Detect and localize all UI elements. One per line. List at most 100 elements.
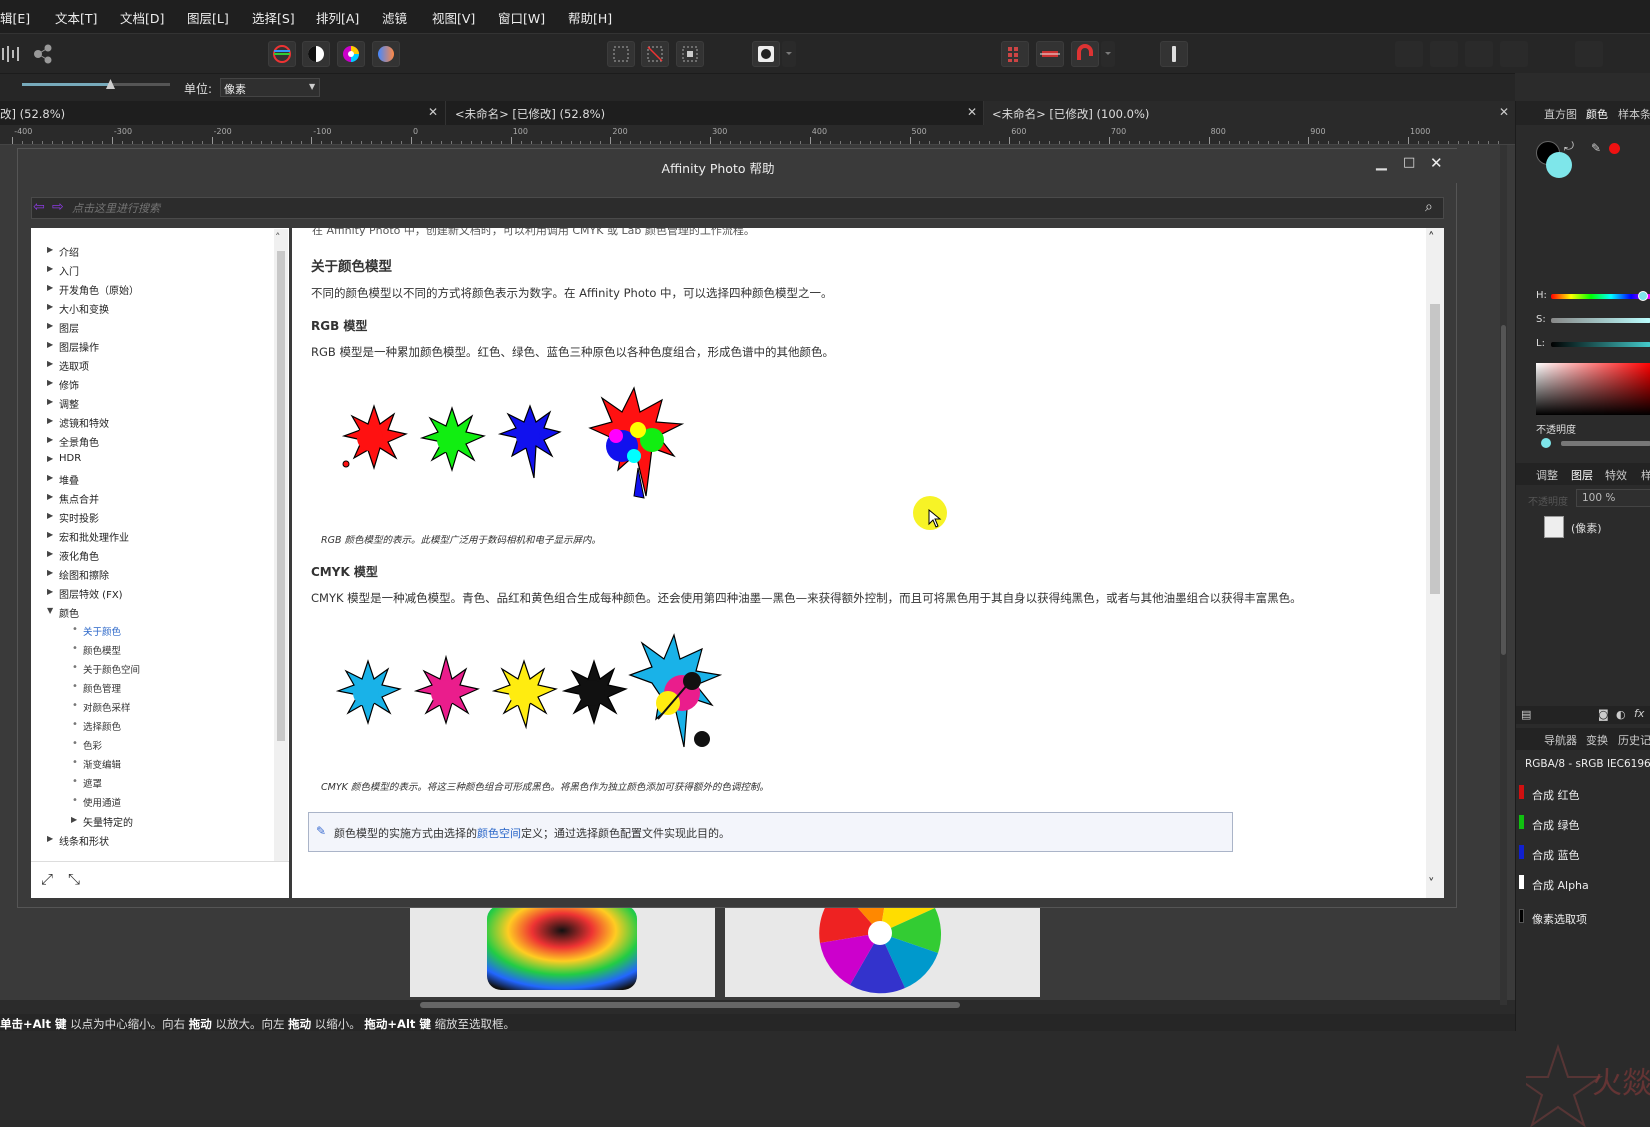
tab-adjustments[interactable]: 调整	[1536, 467, 1558, 483]
share-icon[interactable]	[30, 41, 58, 67]
channel-pixel-selection[interactable]: 像素选取项	[1519, 909, 1587, 927]
color-wheel-icon[interactable]	[337, 41, 365, 67]
white-balance-icon[interactable]	[372, 41, 400, 67]
menu-edit[interactable]: 辑[E]	[0, 8, 30, 27]
deselect-icon[interactable]	[641, 41, 669, 67]
collapsed-arrow-icon[interactable]: ▶	[47, 530, 53, 539]
nav-item[interactable]: ▶ 堆叠	[47, 472, 79, 487]
collapsed-arrow-icon[interactable]: ▶	[47, 549, 53, 558]
collapsed-arrow-icon[interactable]: ▶	[47, 435, 53, 444]
close-icon[interactable]: ✕	[428, 105, 438, 119]
channel-alpha[interactable]: 合成 Alpha	[1519, 875, 1589, 893]
invert-selection-icon[interactable]	[676, 41, 704, 67]
color-space-link[interactable]: 颜色空间	[477, 827, 521, 840]
saturation-slider[interactable]	[1551, 318, 1650, 323]
nav-item[interactable]: ▶ 图层	[47, 320, 79, 335]
collapsed-arrow-icon[interactable]: ▶	[47, 511, 53, 520]
persona-3-icon[interactable]	[1465, 41, 1493, 67]
tab-effects[interactable]: 特效	[1605, 467, 1627, 483]
opacity-handle[interactable]	[1541, 438, 1551, 448]
collapsed-arrow-icon[interactable]: ▶	[47, 359, 53, 368]
nav-subitem[interactable]: • 色彩	[72, 738, 102, 752]
studio-icon[interactable]	[0, 41, 28, 67]
nav-item[interactable]: ▶ 调整	[47, 396, 79, 411]
fx-icon[interactable]: fx	[1634, 707, 1644, 720]
menu-text[interactable]: 文本[T]	[55, 8, 97, 27]
levels-icon[interactable]	[268, 41, 296, 67]
picked-color-swatch[interactable]	[1609, 143, 1620, 154]
minimize-button[interactable]: ▁	[1376, 155, 1387, 171]
lightness-slider[interactable]	[1551, 342, 1650, 347]
unit-select[interactable]: 像素 ▼	[220, 78, 320, 97]
content-scrollbar-thumb[interactable]	[1430, 304, 1440, 594]
collapse-all-icon[interactable]: ⤡	[68, 870, 80, 888]
persona-5-icon[interactable]	[1575, 41, 1603, 67]
tab-color[interactable]: 颜色	[1586, 106, 1608, 122]
grid-snap-icon[interactable]	[1001, 41, 1029, 67]
scroll-up-icon[interactable]: ˄	[1428, 231, 1435, 246]
nav-item[interactable]: ▶ 图层特效 (FX)	[47, 586, 123, 601]
menu-document[interactable]: 文档[D]	[120, 8, 164, 27]
collapsed-arrow-icon[interactable]: ▶	[47, 245, 53, 254]
nav-item[interactable]: ▶ 入门	[47, 263, 79, 278]
close-button[interactable]: ✕	[1430, 154, 1443, 172]
nav-item[interactable]: ▶ 开发角色（原始）	[47, 282, 139, 297]
quick-mask-dropdown[interactable]	[782, 41, 796, 67]
layer-name[interactable]: (像素)	[1571, 520, 1602, 536]
nav-subitem[interactable]: • 渐变编辑	[72, 757, 121, 771]
nav-subitem[interactable]: • 颜色模型	[72, 643, 121, 657]
menu-arrange[interactable]: 排列[A]	[316, 8, 359, 27]
tab-history[interactable]: 历史记	[1618, 732, 1650, 748]
nav-item[interactable]: ▶ 液化角色	[47, 548, 99, 563]
expand-all-icon[interactable]: ⤢	[41, 870, 53, 888]
nav-item[interactable]: ▼ 颜色	[47, 605, 79, 620]
menu-help[interactable]: 帮助[H]	[568, 8, 612, 27]
nav-item[interactable]: ▶ 全景角色	[47, 434, 99, 449]
hue-handle[interactable]	[1638, 291, 1648, 301]
nav-item[interactable]: ▶ 图层操作	[47, 339, 99, 354]
collapsed-arrow-icon[interactable]: ▶	[47, 454, 53, 463]
zoom-slider[interactable]	[22, 79, 170, 89]
nav-subitem[interactable]: • 颜色管理	[72, 681, 121, 695]
tab-doc-2[interactable]: <未命名> [已修改] (52.8%) ✕	[445, 101, 983, 125]
collapsed-arrow-icon[interactable]: ▶	[47, 264, 53, 273]
canvas-horizontal-scrollbar[interactable]	[420, 1002, 960, 1008]
quick-mask-icon[interactable]	[752, 41, 780, 67]
canvas-vertical-scrollbar[interactable]	[1500, 145, 1507, 1005]
nav-subitem[interactable]: • 关于颜色空间	[72, 662, 140, 676]
search-icon[interactable]: ⌕	[1425, 199, 1433, 215]
tab-layers[interactable]: 图层	[1571, 467, 1593, 483]
channel-green[interactable]: 合成 绿色	[1519, 815, 1580, 833]
persona-4-icon[interactable]	[1500, 41, 1528, 67]
align-snap-icon[interactable]	[1036, 41, 1064, 67]
nav-item[interactable]: ▶ 修饰	[47, 377, 79, 392]
menu-window[interactable]: 窗口[W]	[498, 8, 545, 27]
collapsed-arrow-icon[interactable]: ▶	[47, 378, 53, 387]
menu-view[interactable]: 视图[V]	[432, 8, 475, 27]
layer-stack-icon[interactable]: ▤	[1521, 708, 1531, 721]
nav-item[interactable]: ▶ HDR	[47, 453, 81, 464]
snapping-dropdown[interactable]	[1101, 41, 1115, 67]
close-icon[interactable]: ✕	[1499, 105, 1509, 119]
marquee-icon[interactable]	[607, 41, 635, 67]
collapsed-arrow-icon[interactable]: ▶	[47, 340, 53, 349]
scroll-down-icon[interactable]: ˅	[1428, 877, 1435, 892]
nav-subitem[interactable]: • 对颜色采样	[72, 700, 131, 714]
snapping-magnet-icon[interactable]	[1071, 41, 1099, 67]
contrast-icon[interactable]	[302, 41, 330, 67]
nav-item[interactable]: ▶ 实时投影	[47, 510, 99, 525]
nav-item[interactable]: ▶ 选取项	[47, 358, 89, 373]
nav-item[interactable]: ▶ 绘图和擦除	[47, 567, 109, 582]
eyedropper-icon[interactable]: ✎	[1591, 141, 1601, 155]
nav-subitem-vector[interactable]: ▶ 矢量特定的	[71, 814, 133, 829]
nav-scrollbar-thumb[interactable]	[277, 251, 285, 741]
collapsed-arrow-icon[interactable]: ▶	[47, 321, 53, 330]
layer-opacity-field[interactable]: 100 %	[1576, 489, 1650, 507]
collapsed-arrow-icon[interactable]: ▶	[47, 834, 53, 843]
nav-item[interactable]: ▶ 焦点合并	[47, 491, 99, 506]
tab-swatches[interactable]: 样本条	[1618, 106, 1650, 122]
nav-item[interactable]: ▶ 大小和变换	[47, 301, 109, 316]
swap-colors-icon[interactable]: ⤾	[1564, 139, 1574, 154]
help-search-input[interactable]	[72, 199, 1422, 217]
nav-subitem[interactable]: • 使用通道	[72, 795, 121, 809]
